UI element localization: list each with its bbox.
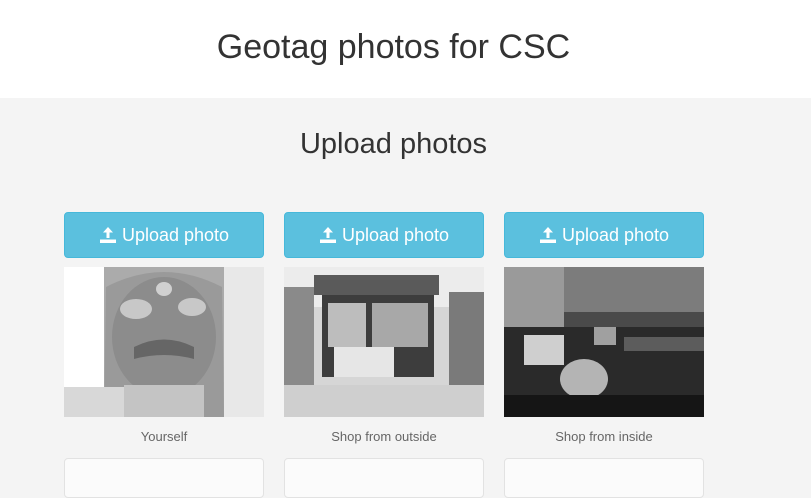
photo-caption: Shop from inside: [555, 429, 653, 444]
section-title: Upload photos: [299, 128, 488, 160]
upload-photo-button[interactable]: Upload photo: [504, 212, 704, 258]
upload-icon: [539, 226, 557, 244]
photo-field-box[interactable]: [284, 458, 484, 498]
photo-shop-inside: [504, 267, 704, 417]
photo-field-box[interactable]: [64, 458, 264, 498]
page-title: Geotag photos for CSC: [216, 28, 571, 66]
upload-photo-button[interactable]: Upload photo: [284, 212, 484, 258]
upload-photo-button-label: Upload photo: [121, 224, 230, 245]
page-header: Geotag photos for CSC: [0, 0, 811, 98]
photo-card-shop-outside: Upload photo Shop from outside: [284, 212, 484, 498]
photo-field-box[interactable]: [504, 458, 704, 498]
upload-photo-button-label: Upload photo: [341, 224, 450, 245]
upload-photo-button[interactable]: Upload photo: [64, 212, 264, 258]
photo-shop-outside: [284, 267, 484, 417]
photo-card-yourself: Upload photo Yourself: [64, 212, 264, 498]
upload-photo-button-label: Upload photo: [561, 224, 670, 245]
photo-caption: Yourself: [140, 429, 188, 444]
photo-card-shop-inside: Upload photo Shop from inside: [504, 212, 704, 498]
upload-icon: [319, 226, 337, 244]
upload-icon: [99, 226, 117, 244]
photo-caption: Shop from outside: [331, 429, 437, 444]
photo-yourself: [64, 267, 264, 417]
